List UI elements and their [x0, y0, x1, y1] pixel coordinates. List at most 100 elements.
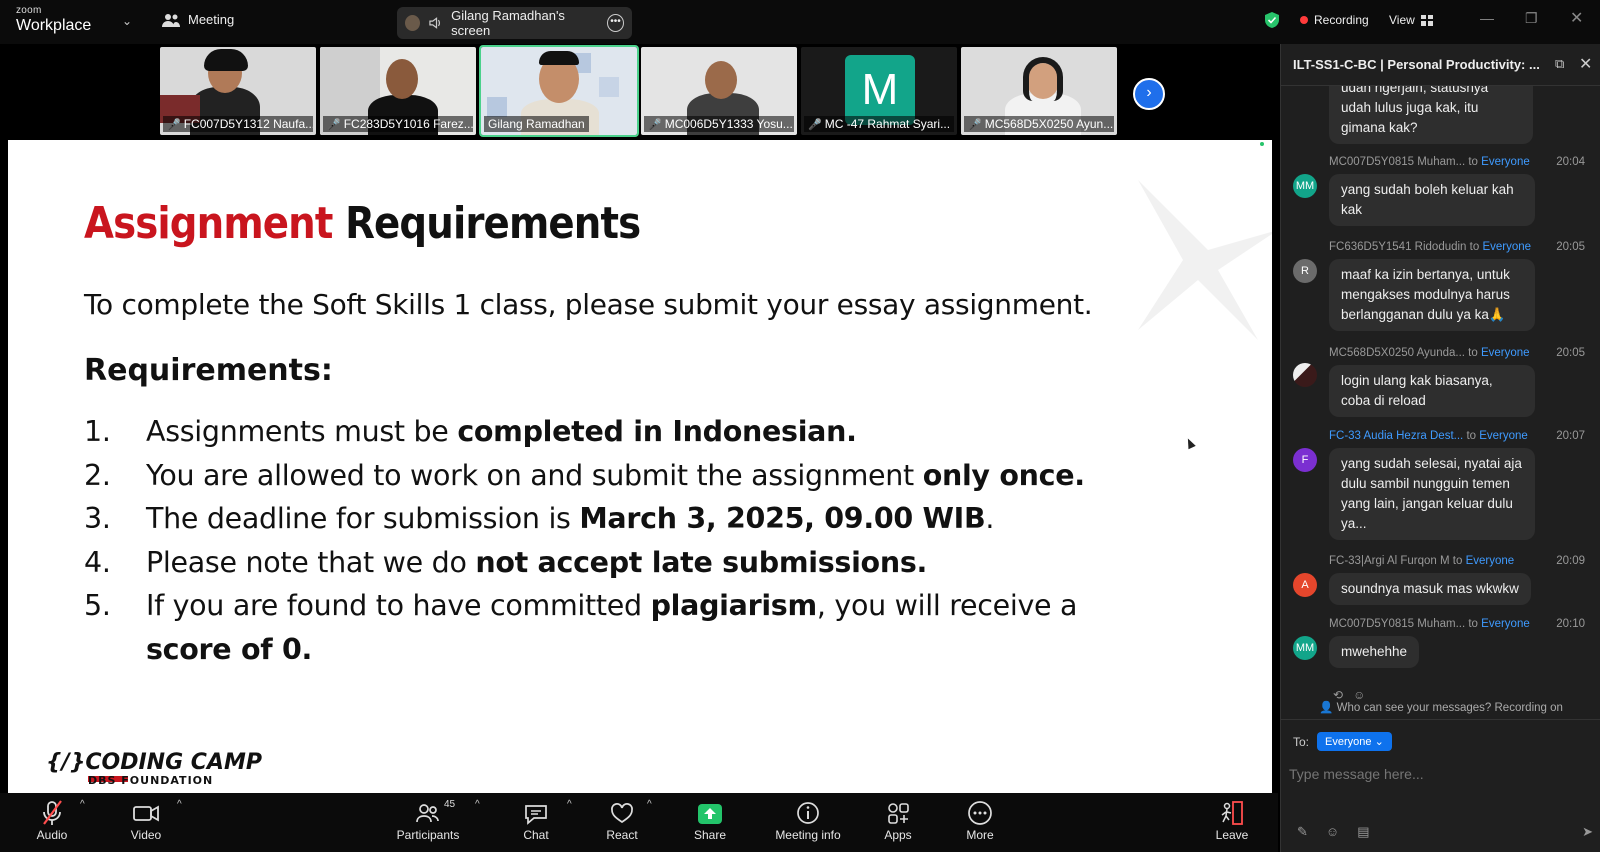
participant-thumbnail-active[interactable]: Gilang Ramadhan [479, 45, 639, 137]
brand-main: Workplace [16, 17, 92, 34]
message-meta: MC007D5Y0815 Muham... to Everyone 20:10 [1329, 618, 1585, 630]
chat-messages[interactable]: udah ngerjain, statusnya udah lulus juga… [1281, 86, 1600, 696]
avatar[interactable]: MM [1293, 174, 1317, 198]
share-icon [698, 804, 722, 824]
message-bubble: yang sudah selesai, nyatai aja dulu samb… [1329, 448, 1535, 540]
slide-title: Assignment Requirements [84, 198, 641, 249]
next-page-button[interactable]: › [1133, 78, 1165, 110]
share-button[interactable]: Share [692, 798, 728, 842]
message-time: 20:04 [1556, 156, 1585, 168]
speaker-icon [429, 17, 441, 29]
shared-screen: Assignment Requirements To complete the … [8, 140, 1272, 793]
meeting-controls: Audio ^ Video ^ Participants 45 ^ Chat ^… [0, 793, 1278, 852]
list-item: score of 0. [146, 632, 313, 666]
presenter-avatar [405, 15, 421, 31]
mic-muted-icon: 🎤 [968, 118, 982, 131]
sender-name: FC636D5Y1541 Ridodudin [1329, 241, 1467, 253]
react-label: React [606, 828, 638, 842]
chat-visibility-notice[interactable]: 👤 Who can see your messages? Recording o… [1281, 696, 1600, 720]
view-button[interactable]: View [1389, 13, 1433, 27]
screen-share-pill[interactable]: Gilang Ramadhan's screen ••• [397, 7, 632, 39]
file-attach-icon[interactable]: ▤ [1357, 824, 1369, 840]
chat-icon [525, 805, 547, 825]
audio-button[interactable]: Audio [34, 798, 70, 842]
activity-dot [1260, 142, 1264, 146]
participant-thumbnail[interactable]: 🎤 FC283D5Y1016 Farez... [320, 47, 476, 135]
participant-name: 🎤 MC568D5X0250 Ayun... [964, 116, 1114, 132]
avatar[interactable]: R [1293, 259, 1317, 283]
participant-thumbnail[interactable]: 🎤 MC568D5X0250 Ayun... [961, 47, 1117, 135]
apps-button[interactable]: Apps [880, 798, 916, 842]
react-button[interactable]: React [604, 798, 640, 842]
view-label: View [1389, 13, 1415, 27]
brand-small: zoom [16, 5, 42, 16]
recording-label: Recording [1314, 13, 1369, 27]
zoom-workplace-logo[interactable]: zoom Workplace [16, 6, 91, 34]
avatar[interactable]: MM [1293, 636, 1317, 660]
video-label: Video [130, 828, 162, 842]
more-button[interactable]: More [962, 798, 998, 842]
participants-label: Participants [396, 828, 460, 842]
chevron-up-icon[interactable]: ^ [475, 799, 480, 810]
chevron-up-icon[interactable]: ^ [177, 799, 182, 810]
chat-message-input[interactable] [1289, 762, 1589, 786]
meeting-tab-label: Meeting [188, 12, 235, 27]
more-dots-icon [968, 801, 992, 825]
emoji-icon[interactable]: ☺ [1326, 824, 1339, 840]
people-icon [162, 13, 180, 27]
heart-icon [611, 803, 633, 824]
recipient-dropdown[interactable]: Everyone ⌄ [1317, 732, 1392, 751]
mic-muted-icon: 🎤 [648, 118, 662, 131]
slide-intro: To complete the Soft Skills 1 class, ple… [84, 288, 1093, 321]
send-icon[interactable]: ➤ [1582, 824, 1593, 840]
close-chat-icon[interactable]: ✕ [1579, 54, 1592, 74]
encryption-shield-icon[interactable] [1264, 11, 1280, 29]
video-button[interactable]: Video [128, 798, 164, 842]
chevron-right-icon: › [1146, 84, 1152, 101]
message-time: 20:09 [1556, 555, 1585, 567]
chat-input-tools: ✎ ☺ ▤ ➤ [1297, 824, 1593, 840]
chevron-down-icon[interactable]: ⌄ [122, 14, 132, 28]
avatar[interactable]: F [1293, 448, 1317, 472]
coding-camp-sublogo: DBS FOUNDATION [88, 774, 214, 787]
message-time: 20:05 [1556, 347, 1585, 359]
mic-muted-icon [43, 800, 62, 825]
message-bubble: login ulang kak biasanya, coba di reload [1329, 365, 1535, 417]
chevron-up-icon[interactable]: ^ [567, 799, 572, 810]
participant-thumbnail[interactable]: 🎤 FC007D5Y1312 Naufa... [160, 47, 316, 135]
maximize-icon[interactable]: ❐ [1525, 10, 1538, 27]
chevron-up-icon[interactable]: ^ [80, 799, 85, 810]
leave-label: Leave [1215, 828, 1249, 842]
avatar[interactable]: A [1293, 573, 1317, 597]
pop-out-icon[interactable]: ⧉ [1555, 56, 1564, 72]
message-meta: MC568D5X0250 Ayunda... to Everyone 20:05 [1329, 347, 1585, 359]
meeting-tab[interactable]: Meeting [162, 12, 234, 27]
sender-name: FC-33 Audia Hezra Dest... [1329, 430, 1464, 442]
chat-button[interactable]: Chat [518, 798, 554, 842]
format-text-icon[interactable]: ✎ [1297, 824, 1308, 840]
leave-button[interactable]: Leave [1214, 798, 1250, 842]
close-window-icon[interactable]: ✕ [1570, 8, 1583, 28]
message-bubble: soundnya masuk mas wkwkw [1329, 573, 1531, 605]
decorative-x-shape [1138, 180, 1272, 340]
avatar: M [845, 55, 915, 125]
participants-count: 45 [444, 799, 456, 810]
message-meta: FC636D5Y1541 Ridodudin to Everyone 20:05 [1329, 241, 1585, 253]
participant-thumbnail[interactable]: M 🎤 MC -47 Rahmat Syari... [801, 47, 957, 135]
participant-thumbnail[interactable]: 🎤 MC006D5Y1333 Yosu... [641, 47, 797, 135]
mic-muted-icon: 🎤 [808, 118, 822, 131]
message-meta: MC007D5Y0815 Muham... to Everyone 20:04 [1329, 156, 1585, 168]
more-options-icon[interactable]: ••• [606, 14, 624, 32]
chevron-down-icon: ⌄ [1374, 736, 1384, 748]
list-item: 2. You are allowed to work on and submit … [84, 458, 1085, 492]
chevron-up-icon[interactable]: ^ [647, 799, 652, 810]
list-item: 1. Assignments must be completed in Indon… [84, 415, 857, 448]
list-item: 5. If you are found to have committed pla… [84, 589, 1078, 622]
audio-label: Audio [36, 828, 68, 842]
recording-indicator[interactable]: Recording [1300, 13, 1369, 27]
minimize-icon[interactable]: — [1480, 10, 1494, 26]
apps-icon [888, 803, 909, 824]
share-label: Share [693, 828, 727, 842]
avatar[interactable] [1293, 363, 1317, 387]
meeting-info-button[interactable]: Meeting info [770, 798, 846, 842]
